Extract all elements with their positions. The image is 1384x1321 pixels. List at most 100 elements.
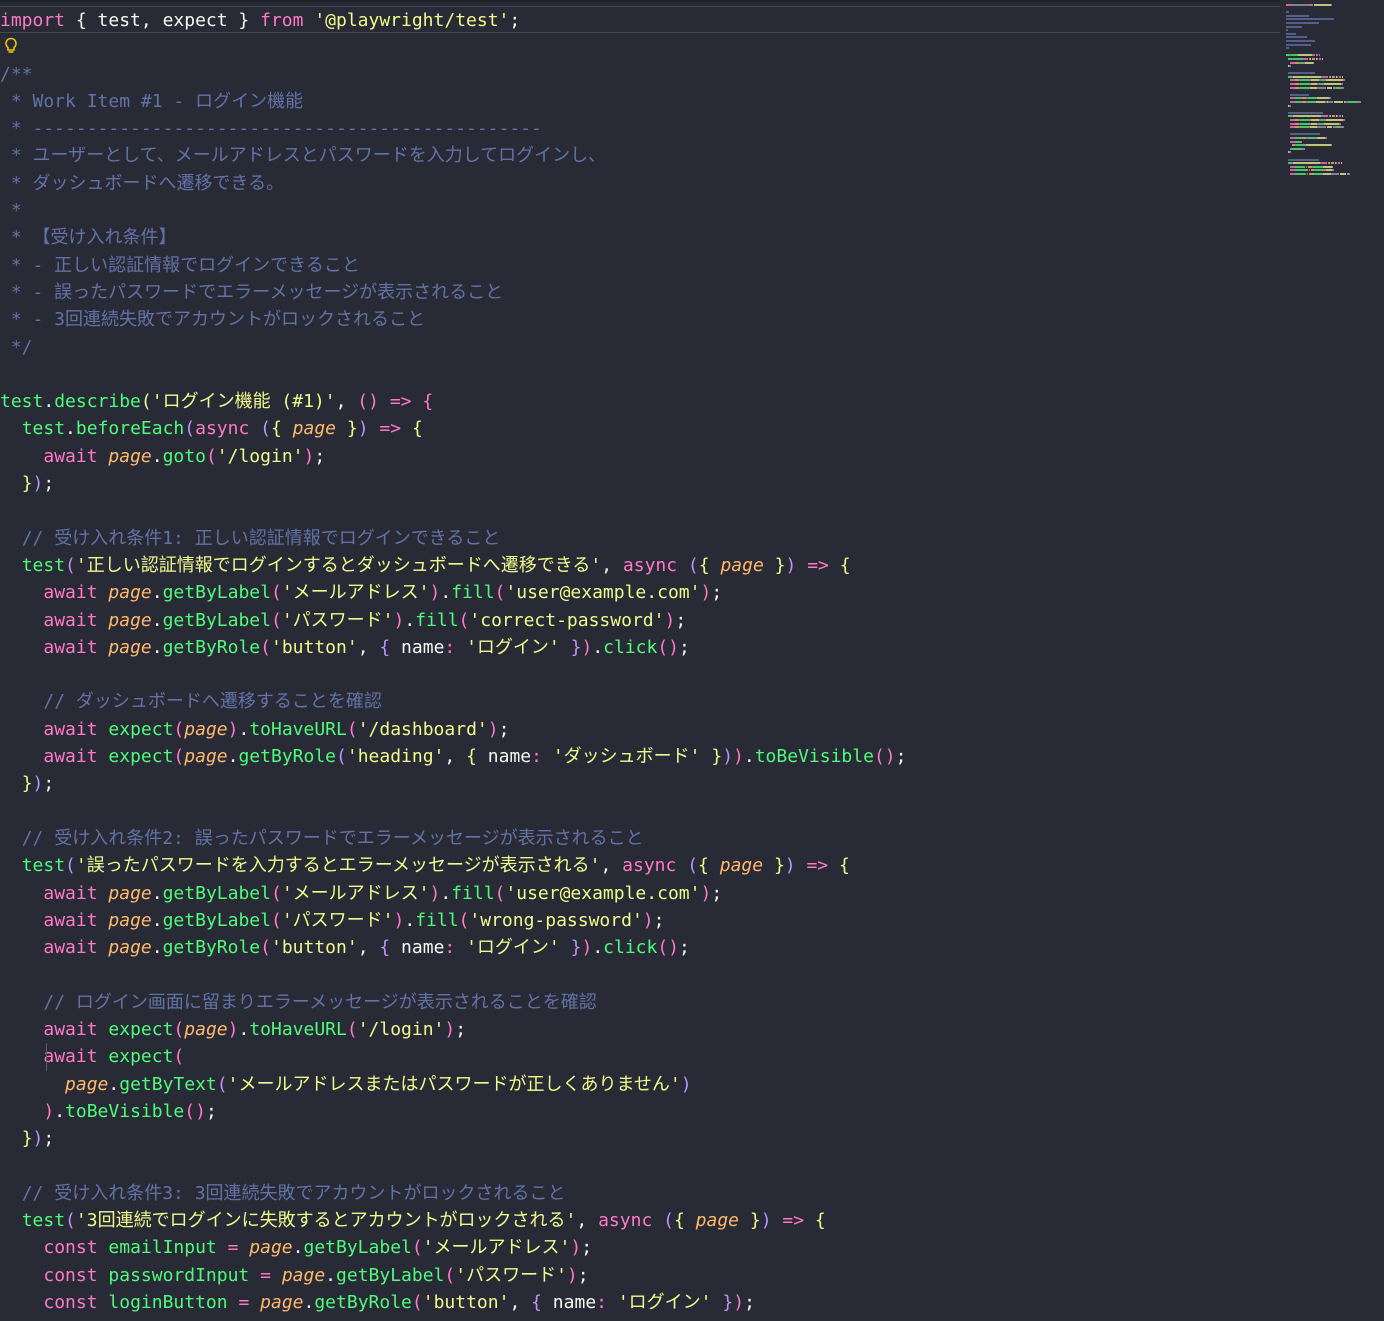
code-token: '正しい認証情報でログインするとダッシュボードへ遷移できる' [75, 554, 602, 576]
minimap-segment [1289, 151, 1291, 154]
code-line[interactable]: // 受け入れ条件1: 正しい認証情報でログインできること [0, 525, 1280, 552]
code-token: page [108, 937, 152, 959]
code-token: . [151, 636, 163, 658]
code-line[interactable]: * ダッシュボードへ遷移できる。 [0, 170, 1280, 197]
minimap-segment [1287, 111, 1324, 114]
code-line[interactable]: */ [0, 334, 1280, 361]
code-line[interactable]: await expect( [0, 1043, 1280, 1071]
code-line[interactable]: * --------------------------------------… [0, 115, 1280, 142]
code-token: ) [444, 1018, 456, 1040]
code-line[interactable]: * ユーザーとして、メールアドレスとパスワードを入力してログインし、 [0, 142, 1280, 169]
code-token: * Work Item #1 - ログイン機能 [0, 90, 304, 112]
code-line[interactable]: }); [0, 470, 1280, 497]
code-line[interactable]: ​ [0, 361, 1280, 388]
code-line[interactable]: }); [0, 770, 1280, 797]
minimap-segment [1286, 14, 1309, 17]
code-line[interactable]: }); [0, 1125, 1280, 1152]
code-line[interactable]: // ログイン画面に留まりエラーメッセージが表示されることを確認 [0, 989, 1280, 1016]
code-token: page [184, 1018, 228, 1040]
code-token: async [598, 1210, 653, 1232]
code-line[interactable]: await expect(page).toHaveURL('/login'); [0, 1016, 1280, 1043]
code-line[interactable]: // 受け入れ条件3: 3回連続失敗でアカウントがロックされること [0, 1180, 1280, 1207]
code-token: ( [65, 855, 76, 877]
code-line[interactable]: ​ [0, 961, 1280, 988]
code-line[interactable]: ​ [0, 1152, 1280, 1179]
code-line[interactable]: // 受け入れ条件2: 誤ったパスワードでエラーメッセージが表示されること [0, 825, 1280, 852]
code-line[interactable]: await page.getByLabel('パスワード').fill('cor… [0, 607, 1280, 634]
code-line[interactable]: * - 3回連続失敗でアカウントがロックされること [0, 306, 1280, 333]
code-token: . [151, 582, 163, 604]
code-line[interactable]: await page.getByRole('button', { name: '… [0, 934, 1280, 961]
minimap-segment [1321, 57, 1323, 60]
code-line[interactable]: await page.goto('/login'); [0, 443, 1280, 470]
code-line[interactable]: await expect(page.getByRole('heading', {… [0, 743, 1280, 770]
code-line[interactable]: test.describe('ログイン機能 (#1)', () => { [0, 388, 1280, 415]
minimap-segment [1313, 61, 1315, 64]
code-line[interactable]: test('3回連続でログインに失敗するとアカウントがロックされる', asyn… [0, 1207, 1280, 1234]
code-line[interactable]: const passwordInput = page.getByLabel('パ… [0, 1262, 1280, 1289]
minimap-segment [1287, 72, 1316, 75]
code-token: 'button' [270, 636, 358, 658]
code-line[interactable]: ​ [0, 497, 1280, 524]
code-line[interactable]: ).toBeVisible(); [0, 1098, 1280, 1125]
code-token: ) [733, 746, 744, 768]
code-line[interactable]: const loginButton = page.getByRole('butt… [0, 1289, 1280, 1316]
minimap-segment [1319, 54, 1321, 57]
code-token: page [695, 1210, 740, 1232]
code-token: ( [173, 718, 185, 740]
minimap-segment [1286, 29, 1288, 32]
code-token: ) [487, 718, 499, 740]
code-line[interactable]: // ダッシュボードへ遷移することを確認 [0, 688, 1280, 715]
code-token: ) [700, 582, 712, 604]
code-line[interactable]: await page.getByLabel('パスワード').fill('wro… [0, 907, 1280, 934]
code-line[interactable]: test('誤ったパスワードを入力するとエラーメッセージが表示される', asy… [0, 852, 1280, 879]
code-token: click [603, 937, 658, 959]
code-line[interactable]: * - 誤ったパスワードでエラーメッセージが表示されること [0, 279, 1280, 306]
code-line[interactable]: * Work Item #1 - ログイン機能 [0, 88, 1280, 115]
code-line[interactable]: /** [0, 61, 1280, 88]
code-token: } [774, 554, 786, 576]
code-line[interactable]: page.getByText('メールアドレスまたはパスワードが正しくありません… [0, 1071, 1280, 1098]
minimap-line [1286, 32, 1378, 35]
minimap-segment [1310, 119, 1320, 121]
minimap-line [1286, 104, 1378, 107]
code-token: const [43, 1237, 98, 1259]
code-line[interactable]: ​ [0, 661, 1280, 688]
minimap-line [1286, 72, 1378, 75]
code-line[interactable]: await expect(page).toHaveURL('/dashboard… [0, 716, 1280, 743]
minimap-segment [1299, 54, 1312, 57]
code-token: test [21, 418, 66, 440]
code-line[interactable]: * 【受け入れ条件】 [0, 224, 1280, 251]
code-area[interactable]: import { test, expect } from '@playwrigh… [0, 6, 1280, 1316]
code-line[interactable]: * - 正しい認証情報でログインできること [0, 252, 1280, 279]
minimap-line [1286, 169, 1378, 172]
code-token: ( [458, 609, 470, 631]
minimap[interactable] [1286, 4, 1378, 175]
code-token: await [43, 636, 98, 658]
code-line[interactable]: await page.getByLabel('メールアドレス').fill('u… [0, 880, 1280, 907]
code-line[interactable]: test('正しい認証情報でログインするとダッシュボードへ遷移できる', asy… [0, 552, 1280, 579]
code-editor[interactable]: import { test, expect } from '@playwrigh… [0, 0, 1384, 1321]
minimap-segment [1317, 136, 1325, 139]
code-token: * --------------------------------------… [0, 118, 542, 140]
code-line[interactable]: await page.getByLabel('メールアドレス').fill('u… [0, 579, 1280, 606]
code-line[interactable]: test.beforeEach(async ({ page }) => { [0, 415, 1280, 442]
code-token: await [43, 582, 98, 604]
code-line[interactable]: ​ [0, 798, 1280, 825]
code-token: . [151, 445, 163, 467]
code-line[interactable]: await page.getByRole('button', { name: '… [0, 634, 1280, 661]
lightbulb-icon[interactable] [4, 36, 18, 63]
code-line[interactable]: import { test, expect } from '@playwrigh… [0, 6, 1280, 34]
code-line[interactable]: * [0, 197, 1280, 224]
code-line[interactable]: const emailInput = page.getByLabel('メールア… [0, 1234, 1280, 1261]
minimap-segment [1300, 79, 1310, 82]
code-line[interactable]: ​ [0, 33, 1280, 60]
